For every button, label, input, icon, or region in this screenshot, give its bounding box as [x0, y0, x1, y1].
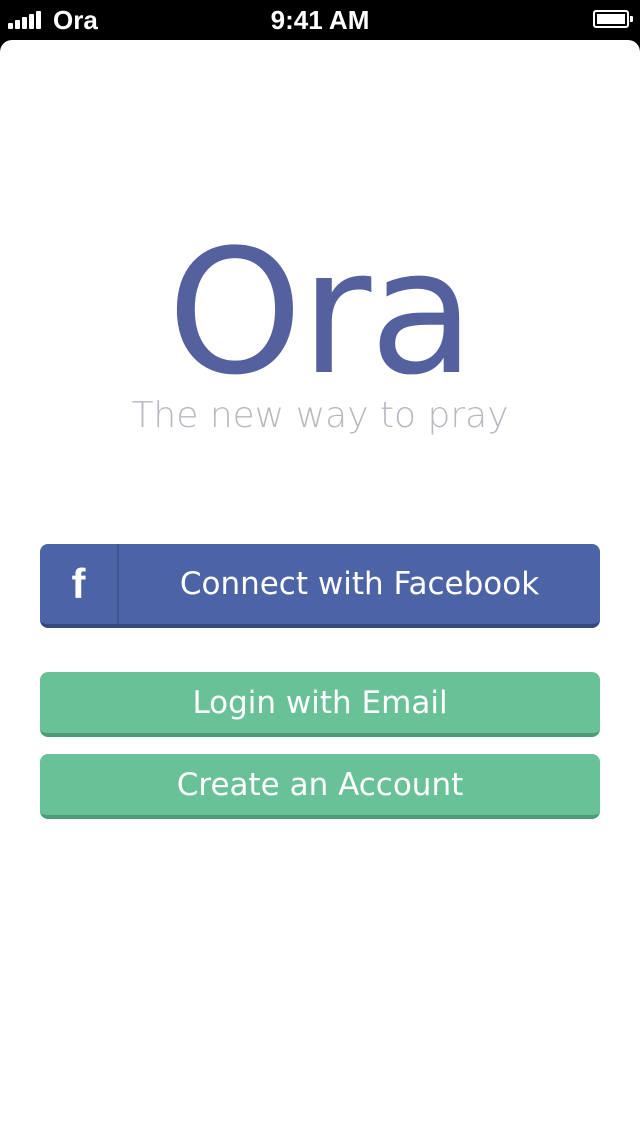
- connect-facebook-button[interactable]: f Connect with Facebook: [40, 544, 600, 628]
- status-time: 9:41 AM: [270, 5, 370, 35]
- status-bar: Ora 9:41 AM: [0, 0, 640, 40]
- app-logo: Ora: [167, 212, 475, 413]
- battery-icon: [593, 10, 633, 28]
- login-email-button[interactable]: Login with Email: [40, 672, 600, 737]
- create-account-button[interactable]: Create an Account: [40, 754, 600, 819]
- facebook-f-glyph: f: [71, 560, 86, 607]
- connect-facebook-label: Connect with Facebook: [179, 566, 540, 602]
- login-email-label: Login with Email: [192, 685, 448, 721]
- app-tagline: The new way to pray: [131, 395, 509, 436]
- facebook-icon: f: [40, 544, 119, 624]
- create-account-label: Create an Account: [176, 767, 464, 803]
- welcome-screen: Ora The new way to pray f Connect with F…: [0, 40, 640, 1136]
